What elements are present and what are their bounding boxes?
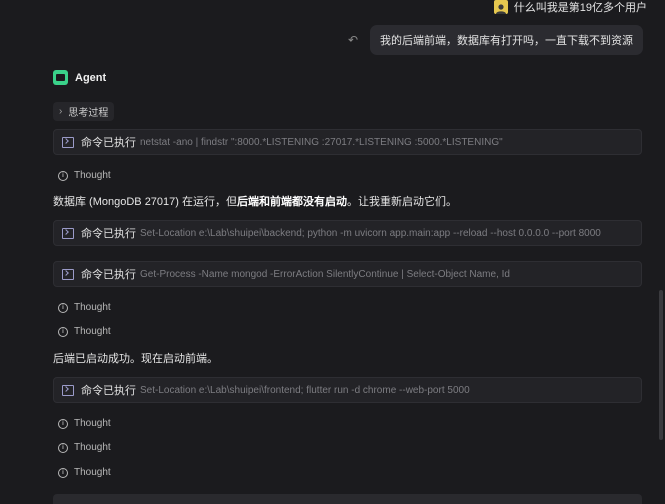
command-block[interactable]: 命令已执行 Set-Location e:\Lab\shuipei\fronte… (53, 377, 642, 403)
agent-paragraph: 后端已启动成功。现在启动前端。 (53, 353, 218, 365)
thought-label: Thought (74, 418, 111, 429)
thought-toggle[interactable]: i Thought (58, 442, 111, 453)
thought-toggle[interactable]: i Thought (58, 170, 111, 181)
thought-label: Thought (74, 467, 111, 478)
thought-toggle[interactable]: i Thought (58, 418, 111, 429)
thought-toggle[interactable]: i Thought (58, 326, 111, 337)
command-block[interactable]: 命令已执行 Get-Process -Name mongod -ErrorAct… (53, 261, 642, 287)
command-status: 命令已执行 (81, 385, 136, 397)
thinking-process-toggle[interactable]: › 思考过程 (53, 102, 115, 121)
thought-toggle[interactable]: i Thought (58, 302, 111, 313)
thought-label: Thought (74, 302, 111, 313)
info-icon: i (58, 418, 68, 429)
thought-label: Thought (74, 442, 111, 453)
command-block[interactable]: 命令已执行 netstat -ano | findstr ":8000.*LIS… (53, 129, 642, 155)
info-icon: i (58, 467, 68, 478)
info-icon: i (58, 326, 68, 337)
paragraph-bold: 后端和前端都没有启动 (237, 196, 347, 208)
user-account[interactable]: 什么叫我是第19亿多个用户 (493, 0, 647, 14)
agent-icon (53, 70, 68, 85)
terminal-icon (62, 227, 74, 239)
user-message-row: ↶ 我的后端前端，数据库有打开吗，一直下载不到资源 (348, 25, 643, 55)
agent-paragraph: 数据库 (MongoDB 27017) 在运行，但后端和前端都没有启动。让我重新… (53, 193, 457, 209)
command-text: Set-Location e:\Lab\shuipei\backend; pyt… (140, 227, 601, 239)
command-block[interactable]: 命令已执行 Set-Location e:\Lab\shuipei\backen… (53, 220, 642, 246)
terminal-icon (62, 384, 74, 396)
agent-header: Agent (53, 70, 106, 85)
next-block-edge (53, 494, 642, 504)
info-icon: i (58, 442, 68, 453)
command-status: 命令已执行 (81, 137, 136, 149)
command-text: netstat -ano | findstr ":8000.*LISTENING… (140, 136, 503, 148)
info-icon: i (58, 302, 68, 313)
agent-name: Agent (75, 71, 107, 84)
terminal-icon (62, 268, 74, 280)
command-status: 命令已执行 (81, 269, 136, 281)
command-text: Get-Process -Name mongod -ErrorAction Si… (140, 268, 510, 280)
command-status: 命令已执行 (81, 228, 136, 240)
info-icon: i (58, 170, 68, 181)
scrollbar[interactable] (659, 290, 663, 440)
user-message-bubble: 我的后端前端，数据库有打开吗，一直下载不到资源 (370, 25, 643, 55)
thought-label: Thought (74, 170, 111, 181)
user-name: 什么叫我是第19亿多个用户 (513, 2, 647, 14)
thinking-process-label: 思考过程 (68, 108, 109, 119)
paragraph-text-end: 。让我重新启动它们。 (347, 196, 457, 208)
thought-label: Thought (74, 326, 111, 337)
user-avatar-icon (493, 0, 508, 14)
thought-toggle[interactable]: i Thought (58, 467, 111, 478)
undo-icon[interactable]: ↶ (348, 34, 358, 46)
paragraph-text: 数据库 (MongoDB 27017) 在运行，但 (53, 196, 237, 208)
chevron-right-icon: › (59, 106, 63, 117)
command-text: Set-Location e:\Lab\shuipei\frontend; fl… (140, 384, 470, 396)
terminal-icon (62, 136, 74, 148)
